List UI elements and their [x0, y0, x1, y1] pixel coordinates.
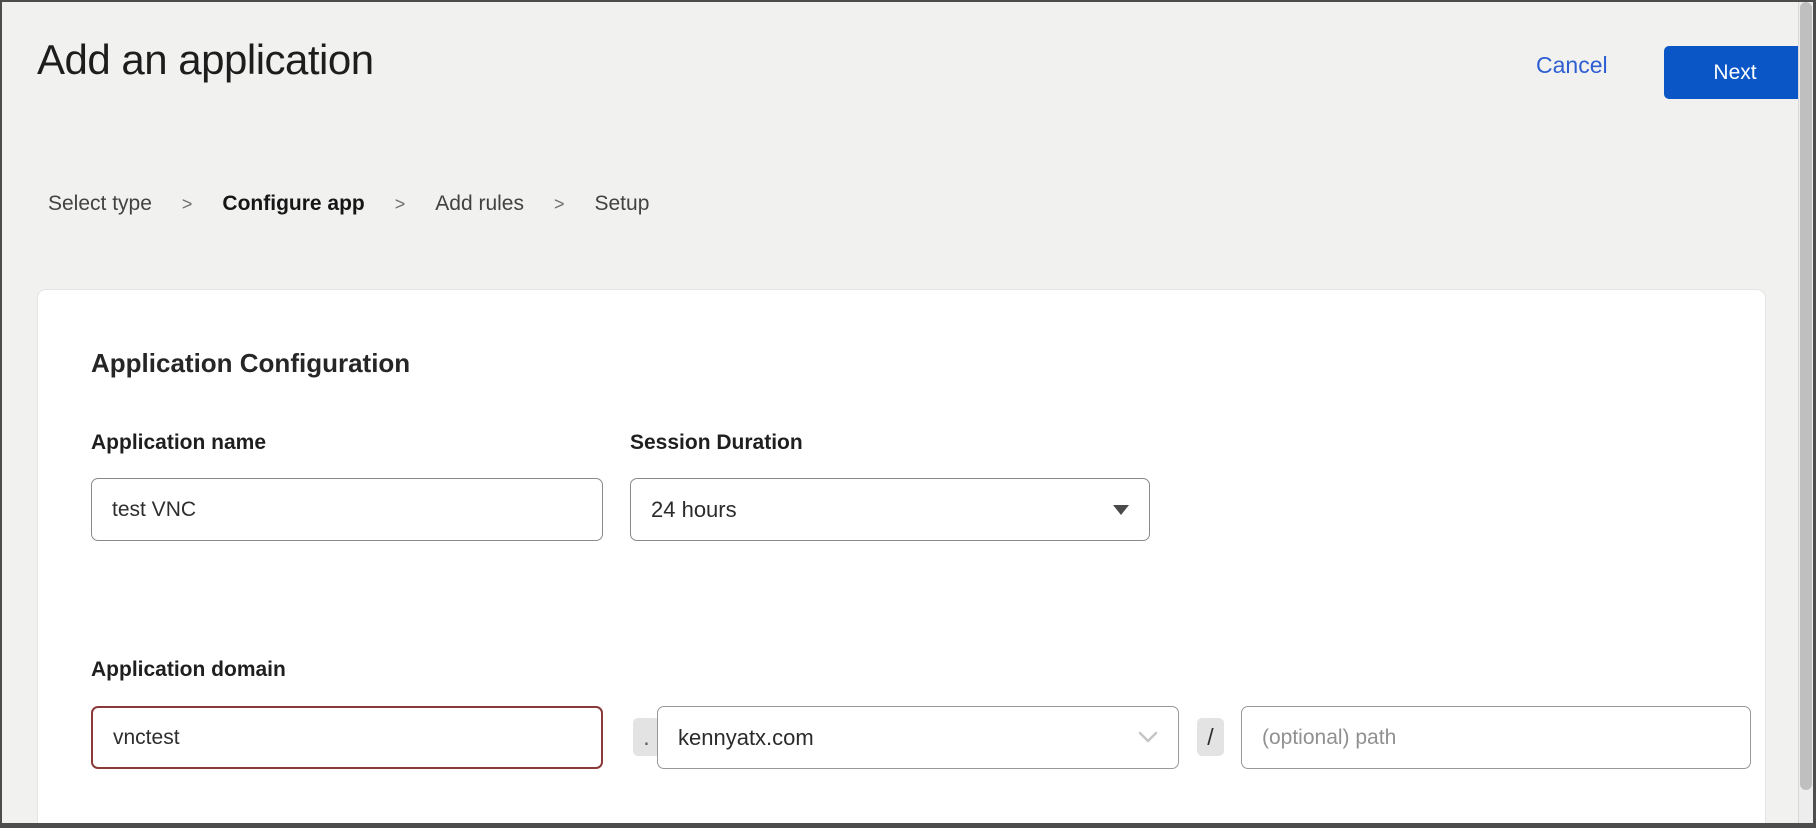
breadcrumb: Select type > Configure app > Add rules … [48, 192, 649, 216]
breadcrumb-step-select-type[interactable]: Select type [48, 192, 152, 216]
page-title: Add an application [37, 36, 374, 84]
cancel-button[interactable]: Cancel [1536, 52, 1608, 79]
domain-select[interactable]: kennyatx.com [657, 706, 1179, 769]
path-input[interactable] [1241, 706, 1751, 769]
breadcrumb-step-setup[interactable]: Setup [595, 192, 650, 216]
application-name-label: Application name [91, 431, 266, 455]
session-duration-select[interactable]: 24 hours [630, 478, 1150, 541]
configuration-card: Application Configuration Application na… [37, 289, 1766, 828]
application-domain-label: Application domain [91, 658, 286, 682]
domain-dot-separator: . [633, 718, 660, 756]
breadcrumb-separator-icon: > [554, 194, 565, 215]
session-duration-label: Session Duration [630, 431, 803, 455]
subdomain-input[interactable] [91, 706, 603, 769]
vertical-scrollbar[interactable] [1798, 2, 1813, 823]
session-duration-value: 24 hours [651, 497, 1101, 523]
domain-slash-separator: / [1197, 718, 1224, 756]
breadcrumb-step-add-rules[interactable]: Add rules [435, 192, 524, 216]
caret-down-icon [1113, 505, 1129, 515]
next-button[interactable]: Next [1664, 46, 1806, 99]
scrollbar-thumb[interactable] [1800, 2, 1812, 790]
add-application-page: Add an application Cancel Next Select ty… [0, 0, 1816, 828]
application-name-input[interactable] [91, 478, 603, 541]
section-heading: Application Configuration [91, 348, 410, 379]
chevron-down-icon [1138, 731, 1158, 744]
breadcrumb-separator-icon: > [395, 194, 406, 215]
domain-select-value: kennyatx.com [678, 725, 1126, 751]
breadcrumb-separator-icon: > [182, 194, 193, 215]
breadcrumb-step-configure-app[interactable]: Configure app [222, 192, 364, 216]
